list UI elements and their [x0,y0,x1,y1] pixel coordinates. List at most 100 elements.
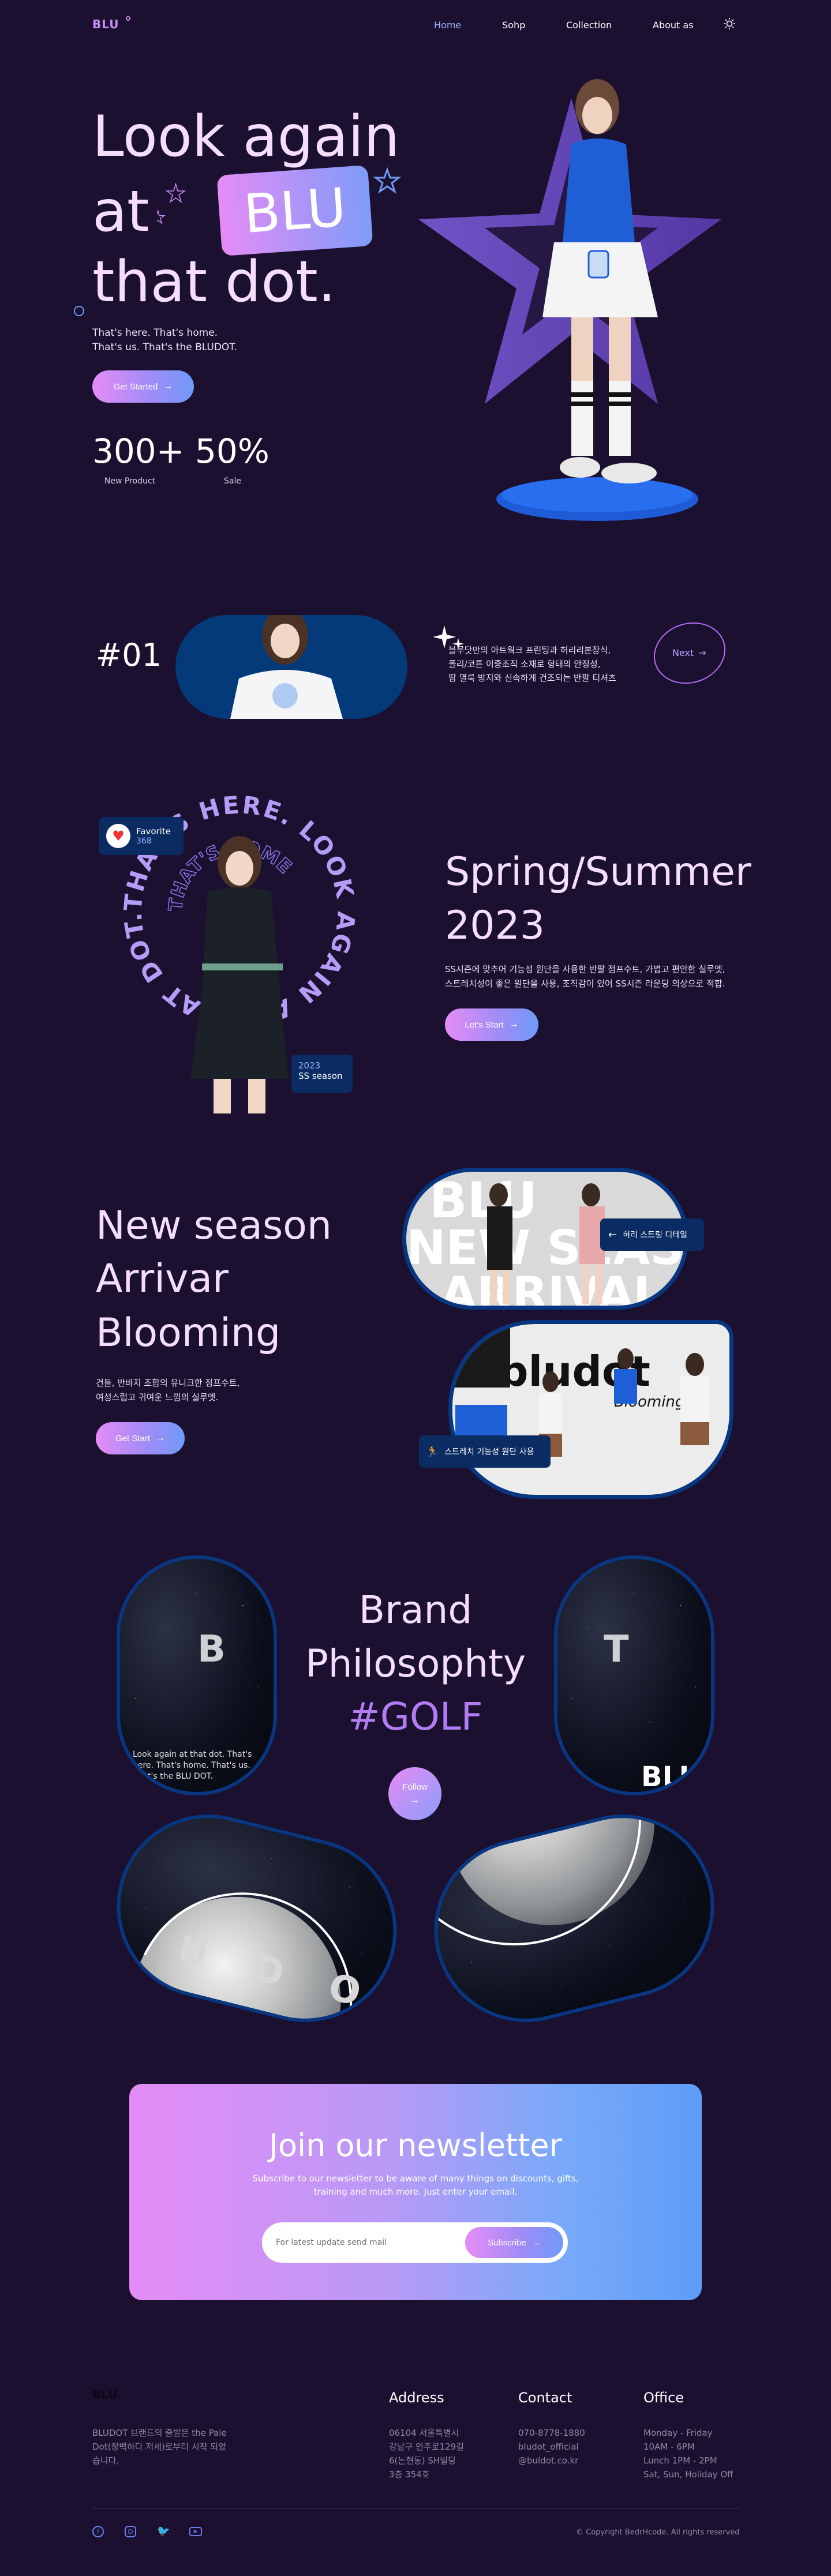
lets-start-button[interactable]: Let's Start → [445,1008,538,1041]
tag-waist-string-label: 허리 스트링 디테일 [623,1231,688,1240]
favorite-count: 368 [136,837,152,846]
footer-address-3: 6(논현동) SH빌딩 [389,2455,456,2466]
philosophy-hashtag: #GOLF [348,1694,483,1739]
tag-stretch-fabric-label: 스트레치 기능성 원단 사용 [444,1448,534,1457]
star-decor-icon [157,182,186,224]
follow-label: Follow [402,1782,428,1792]
moon-tile-bottom-left: U D O [97,1795,417,2042]
footer-divider [92,2508,739,2509]
twitter-icon[interactable]: 🐦 [157,2525,170,2537]
footer-contact-title: Contact [518,2390,572,2406]
new-season-body-2: 여성스럽고 귀여운 느낌의 실루엣. [96,1392,219,1403]
arrow-right-icon: → [156,1433,166,1443]
footer-address-title: Address [389,2390,444,2406]
nav-link-home[interactable]: Home [434,20,461,31]
product-desc-3: 땀 멸룩 방지와 신속하게 건조되는 반팔 티셔츠 [448,673,616,683]
stat-value-products: 300+ [92,432,185,471]
get-started-button[interactable]: Get Started → [92,370,194,403]
hero-badge: BLU [216,165,373,256]
product-card[interactable] [175,615,407,719]
get-started-label: Get Started [113,381,158,392]
season-year: 2023 [298,1060,321,1071]
spring-title-line1: Spring/Summer [445,849,751,895]
favorite-card[interactable]: ♥ Favorite 368 [99,817,184,855]
arrow-right-icon: → [410,1795,420,1805]
letter-t: T [604,1628,629,1671]
footer-office-title: Office [643,2390,684,2406]
stat-label-sale: Sale [224,477,241,486]
footer-contact-email[interactable]: @buldot.co.kr [518,2454,578,2468]
footer-office-1: Monday - Friday [643,2428,713,2438]
moon-tile-right: T BLU [554,1555,714,1795]
footer-office-3: Lunch 1PM - 2PM [643,2455,717,2466]
newsletter-desc-2: training and much more. Just enter your … [313,2187,518,2197]
copyright: © Copyright BedrHcode. All rights reserv… [576,2528,740,2537]
footer-contact-phone[interactable]: 070-8778-1880 [518,2426,585,2440]
philosophy-title-1: Brand [358,1588,473,1632]
hero-title-line1: Look again [92,104,400,170]
favorite-label: Favorite [136,826,171,837]
youtube-icon[interactable]: ▶ [189,2527,202,2536]
lets-start-label: Let's Start [465,1019,504,1030]
footer-address-2: 강남구 언주로129길 [389,2442,464,2452]
footer-contact-handle[interactable]: bludot_official [518,2440,579,2454]
newsletter-section: Join our newsletter Subscribe to our new… [129,2084,702,2300]
moon-tile-bottom-right [414,1795,734,2042]
sun-icon[interactable] [723,17,736,30]
new-season-banner-bottom: bludot Blooming [448,1320,733,1499]
nav-link-about[interactable]: About as [653,20,694,31]
subscribe-label: Subscribe [488,2237,526,2248]
arrow-right-icon: → [163,381,173,391]
footer-logo[interactable]: BLU [92,2387,118,2401]
email-input[interactable] [276,2238,465,2247]
nav-link-collection[interactable]: Collection [566,20,612,31]
product-image [230,615,343,719]
newsletter-form: Subscribe → [262,2222,568,2263]
hero-subtitle-1: That's here. That's home. [92,327,218,339]
new-season-title-1: New season [96,1203,332,1248]
nav-logo[interactable]: BLU [92,17,119,31]
tag-stretch-fabric[interactable]: 🏃 스트레치 기능성 원단 사용 [419,1435,551,1468]
stat-value-sale: 50% [195,432,269,471]
spring-title-line2: 2023 [445,903,545,948]
footer-about-2: Dot(창백하다 저세)로부터 시작 되었 [92,2442,227,2452]
philosophy-title-2: Philosophty [305,1641,526,1686]
arrow-left-icon: ← [608,1228,617,1241]
hero-title-line3: that dot. [92,249,336,315]
product-number: #01 [96,637,162,673]
spring-body-2: 스트레치성이 좋은 원단을 사용, 조직감이 있어 SS시즌 라운딩 의상으로 … [445,978,725,989]
moon-tile-left: B Look again at that dot. That's here. T… [117,1555,277,1795]
group-models-image [452,1324,709,1457]
nav-link-shop[interactable]: Sohp [502,20,525,31]
arrow-right-icon: → [531,2237,541,2248]
season-label: SS season [298,1071,343,1081]
hero-title-line2: at [92,179,149,245]
newsletter-title: Join our newsletter [269,2127,562,2163]
running-icon: 🏃 [426,1445,439,1458]
season-card: 2023 SS season [291,1055,353,1093]
footer-address-4: 3층 354호 [389,2469,430,2480]
footer-office-2: 10AM - 6PM [643,2442,695,2452]
new-season-title-3: Blooming [96,1310,281,1356]
heart-icon: ♥ [106,824,130,848]
footer-about-3: 습니다. [92,2455,119,2466]
follow-button[interactable]: Follow → [388,1767,441,1820]
logo-dot-icon [126,16,130,21]
tag-waist-string[interactable]: ← 허리 스트링 디테일 [600,1218,704,1251]
new-season-title-2: Arrivar [96,1256,229,1302]
arrow-right-icon: → [509,1019,519,1029]
next-link[interactable]: Next → [672,647,706,658]
dot-decor-icon [74,306,84,316]
subscribe-button[interactable]: Subscribe → [465,2227,563,2258]
product-desc-1: 블루닷만의 아트웍크 프린팅과 허리리본장식, [448,645,611,655]
letter-b: B [197,1628,226,1671]
get-start-button[interactable]: Get Start → [96,1422,185,1454]
instagram-icon[interactable] [125,2526,136,2537]
top-navigation: BLU Home Sohp Collection About as [0,0,831,52]
facebook-icon[interactable]: f [92,2526,104,2537]
moon-text: Look again at that dot. That's here. Tha… [133,1750,252,1781]
product-desc-2: 폴리/코튼 이중조직 소재로 형태의 안정성, [448,659,601,669]
arrow-right-icon: → [698,647,706,658]
star-decor-icon [373,167,402,194]
spring-body-1: SS시즌에 맞추어 기능성 원단을 사용한 반팔 점프수트, 가볍고 편안한 실… [445,964,725,974]
